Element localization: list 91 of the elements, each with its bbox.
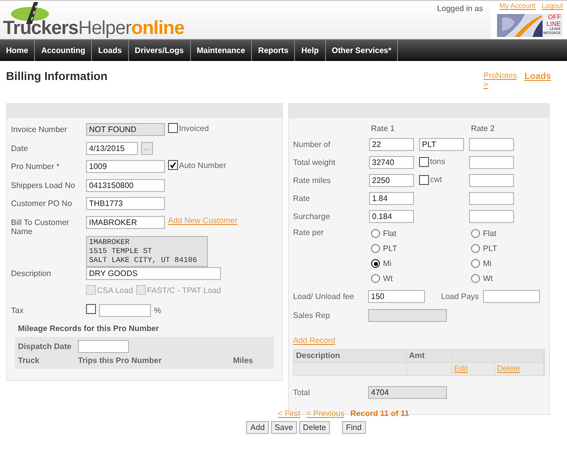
field-label: Customer PO No (11, 199, 72, 208)
radio-label: PLT (483, 244, 498, 253)
nav-item[interactable]: Home (0, 40, 36, 61)
input-field[interactable]: PLT (419, 138, 464, 151)
input-field[interactable]: 0.184 (369, 210, 414, 223)
action-button[interactable]: Save (270, 421, 297, 434)
radio-label: Flat (383, 229, 396, 238)
input-field[interactable]: 32740 (369, 156, 414, 169)
column-header: Truck (18, 356, 40, 365)
input-field[interactable]: THB1773 (86, 197, 165, 210)
percent-label: % (154, 304, 162, 315)
action-button[interactable]: Delete (298, 421, 330, 434)
field-label: Surcharge (293, 212, 331, 221)
column-header: Miles (233, 356, 254, 365)
input-field[interactable] (469, 210, 514, 223)
input-field[interactable]: 22 (369, 138, 414, 151)
checkbox[interactable] (419, 174, 429, 184)
input-field[interactable]: 2250 (369, 174, 414, 187)
checkbox[interactable] (86, 304, 96, 314)
checkbox-label: CSA Load (97, 286, 134, 295)
section-title: Mileage Records for this Pro Number (17, 323, 160, 336)
checkbox-label: Auto Number (179, 160, 226, 170)
radio-button[interactable] (471, 259, 480, 268)
radio-button[interactable] (371, 229, 380, 238)
field-label: Total (293, 388, 311, 397)
checkbox[interactable] (168, 123, 178, 133)
radio-label: Wt (483, 274, 493, 283)
nav-item[interactable]: Loads (92, 40, 129, 61)
checkbox-label: cwt (430, 175, 442, 184)
total-field[interactable]: 4704 (368, 386, 447, 399)
field-label: Number of (293, 140, 332, 149)
checkbox-label: tons (430, 157, 446, 166)
radio-label: Wt (383, 274, 393, 283)
input-field[interactable] (99, 304, 151, 317)
find-button[interactable]: Find (342, 421, 366, 434)
page-title: Billing Information (6, 71, 108, 85)
input-field[interactable]: IMABROKER (86, 216, 165, 228)
input-field[interactable]: 1.84 (369, 192, 414, 205)
column-header: Trips this Pro Number (78, 356, 163, 365)
checkbox[interactable] (419, 156, 429, 166)
input-field[interactable]: 0413150800 (86, 178, 165, 192)
field-label: Pro Number * (11, 162, 60, 171)
input-field[interactable]: DRY GOODS (86, 266, 221, 280)
field-label: Rate (293, 194, 311, 203)
input-field[interactable]: 150 (368, 290, 425, 303)
field-label: Total weight (293, 158, 336, 167)
field-label: Description (11, 268, 52, 278)
radio-button[interactable] (371, 244, 380, 253)
nav-item[interactable]: Help (295, 40, 326, 61)
radio-label: Mi (483, 259, 492, 268)
radio-button[interactable] (371, 259, 380, 268)
input-field[interactable]: 4/13/2015 (86, 142, 138, 154)
radio-button[interactable] (471, 244, 480, 253)
input-field[interactable]: 1009 (86, 160, 165, 173)
input-field[interactable] (469, 174, 514, 187)
action-button[interactable]: Add (246, 421, 269, 434)
record-counter: Record 11 of 11 (350, 409, 410, 420)
radio-label: Flat (483, 229, 496, 238)
input-field[interactable] (469, 138, 514, 151)
column-header: Rate 2 (470, 124, 496, 133)
checkbox[interactable] (168, 160, 178, 170)
field-label: Sales Rep (293, 311, 331, 320)
field-label: Load/ Unload fee (293, 292, 355, 301)
input-field[interactable] (469, 192, 514, 205)
checkbox-label: Invoiced (179, 124, 209, 132)
input-field[interactable] (469, 156, 514, 169)
logo-text[interactable]: TruckersHelperonline (3, 18, 184, 40)
nav-item[interactable]: Drivers/Logs (128, 40, 191, 61)
nav-item[interactable]: Reports (252, 40, 296, 61)
field-label: Load Pays (441, 292, 480, 301)
checkbox-label: FAST/C - TPAT Load (147, 286, 222, 295)
field-label: Rate miles (293, 176, 332, 185)
dispatch-date-field[interactable] (78, 340, 129, 353)
nav-item[interactable]: Maintenance (190, 40, 252, 61)
field-label: Date (11, 144, 28, 152)
nav-item[interactable]: Accounting (35, 40, 92, 61)
column-header: Rate 1 (370, 124, 396, 133)
field-label: Rate per (293, 228, 325, 237)
field-label: Bill To Customer Name (11, 218, 70, 236)
field-label: Tax (11, 306, 24, 315)
input-field[interactable] (483, 290, 540, 303)
logged-in-label: Logged in as (437, 4, 483, 13)
column-header: Dispatch Date (18, 342, 72, 351)
radio-button[interactable] (471, 229, 480, 238)
field-label: Invoice Number (11, 125, 68, 134)
radio-label: Mi (383, 259, 392, 268)
radio-label: PLT (383, 244, 398, 253)
nav-item[interactable]: Other Services* (326, 40, 398, 61)
radio-button[interactable] (471, 274, 480, 283)
radio-button[interactable] (371, 274, 380, 283)
field-label: Shippers Load No (11, 180, 76, 190)
